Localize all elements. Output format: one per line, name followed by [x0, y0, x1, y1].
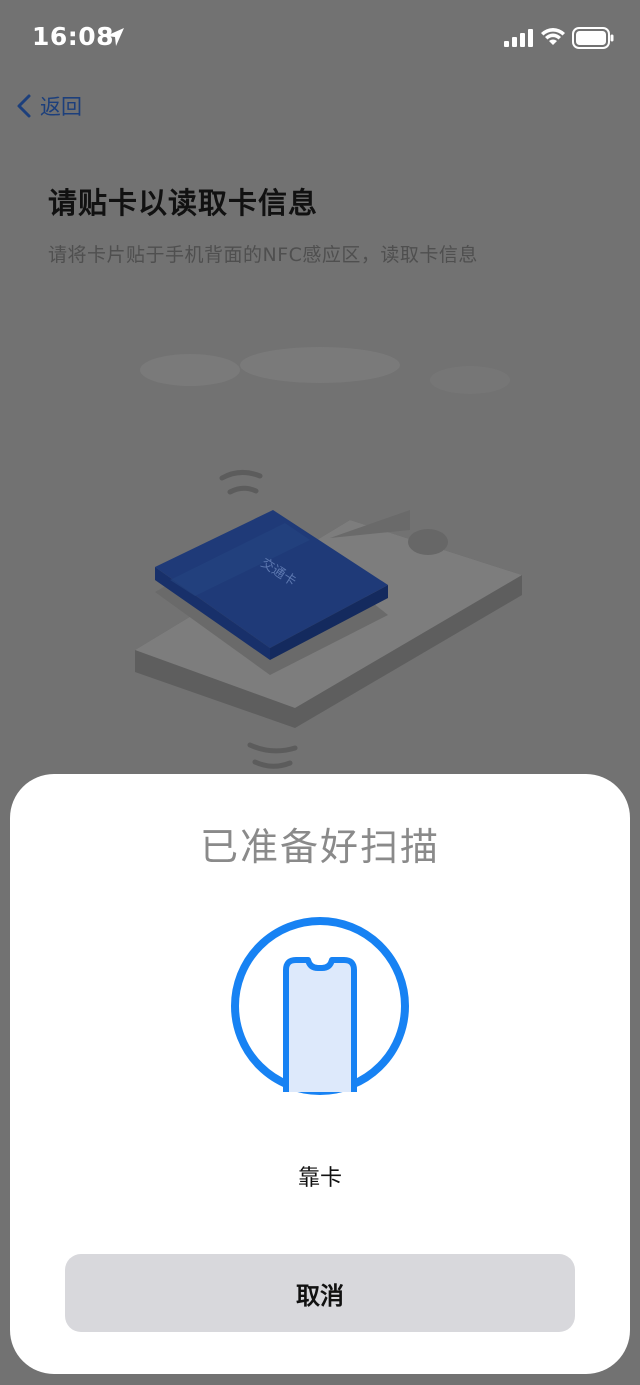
cancel-button[interactable]: 取消 [65, 1254, 575, 1332]
battery-icon [572, 27, 614, 49]
chevron-left-icon [17, 94, 31, 118]
nfc-scan-sheet: 已准备好扫描 靠卡 取消 [10, 774, 630, 1374]
page-title: 请贴卡以读取卡信息 [48, 186, 319, 220]
status-time: 16:08 [32, 22, 115, 51]
sheet-hint: 靠卡 [297, 1166, 342, 1191]
back-button[interactable]: 返回 [14, 90, 82, 122]
cellular-signal-icon [504, 29, 533, 47]
back-label: 返回 [40, 95, 82, 119]
nfc-card-illustration: 交通卡 [135, 347, 522, 769]
location-arrow-icon [106, 28, 124, 46]
status-bar: 16:08 [0, 0, 640, 76]
wifi-icon [541, 28, 565, 45]
phone-scan-icon [231, 917, 409, 1095]
sheet-title: 已准备好扫描 [199, 825, 440, 869]
page-subtitle: 请将卡片贴于手机背面的NFC感应区，读取卡信息 [48, 244, 478, 266]
